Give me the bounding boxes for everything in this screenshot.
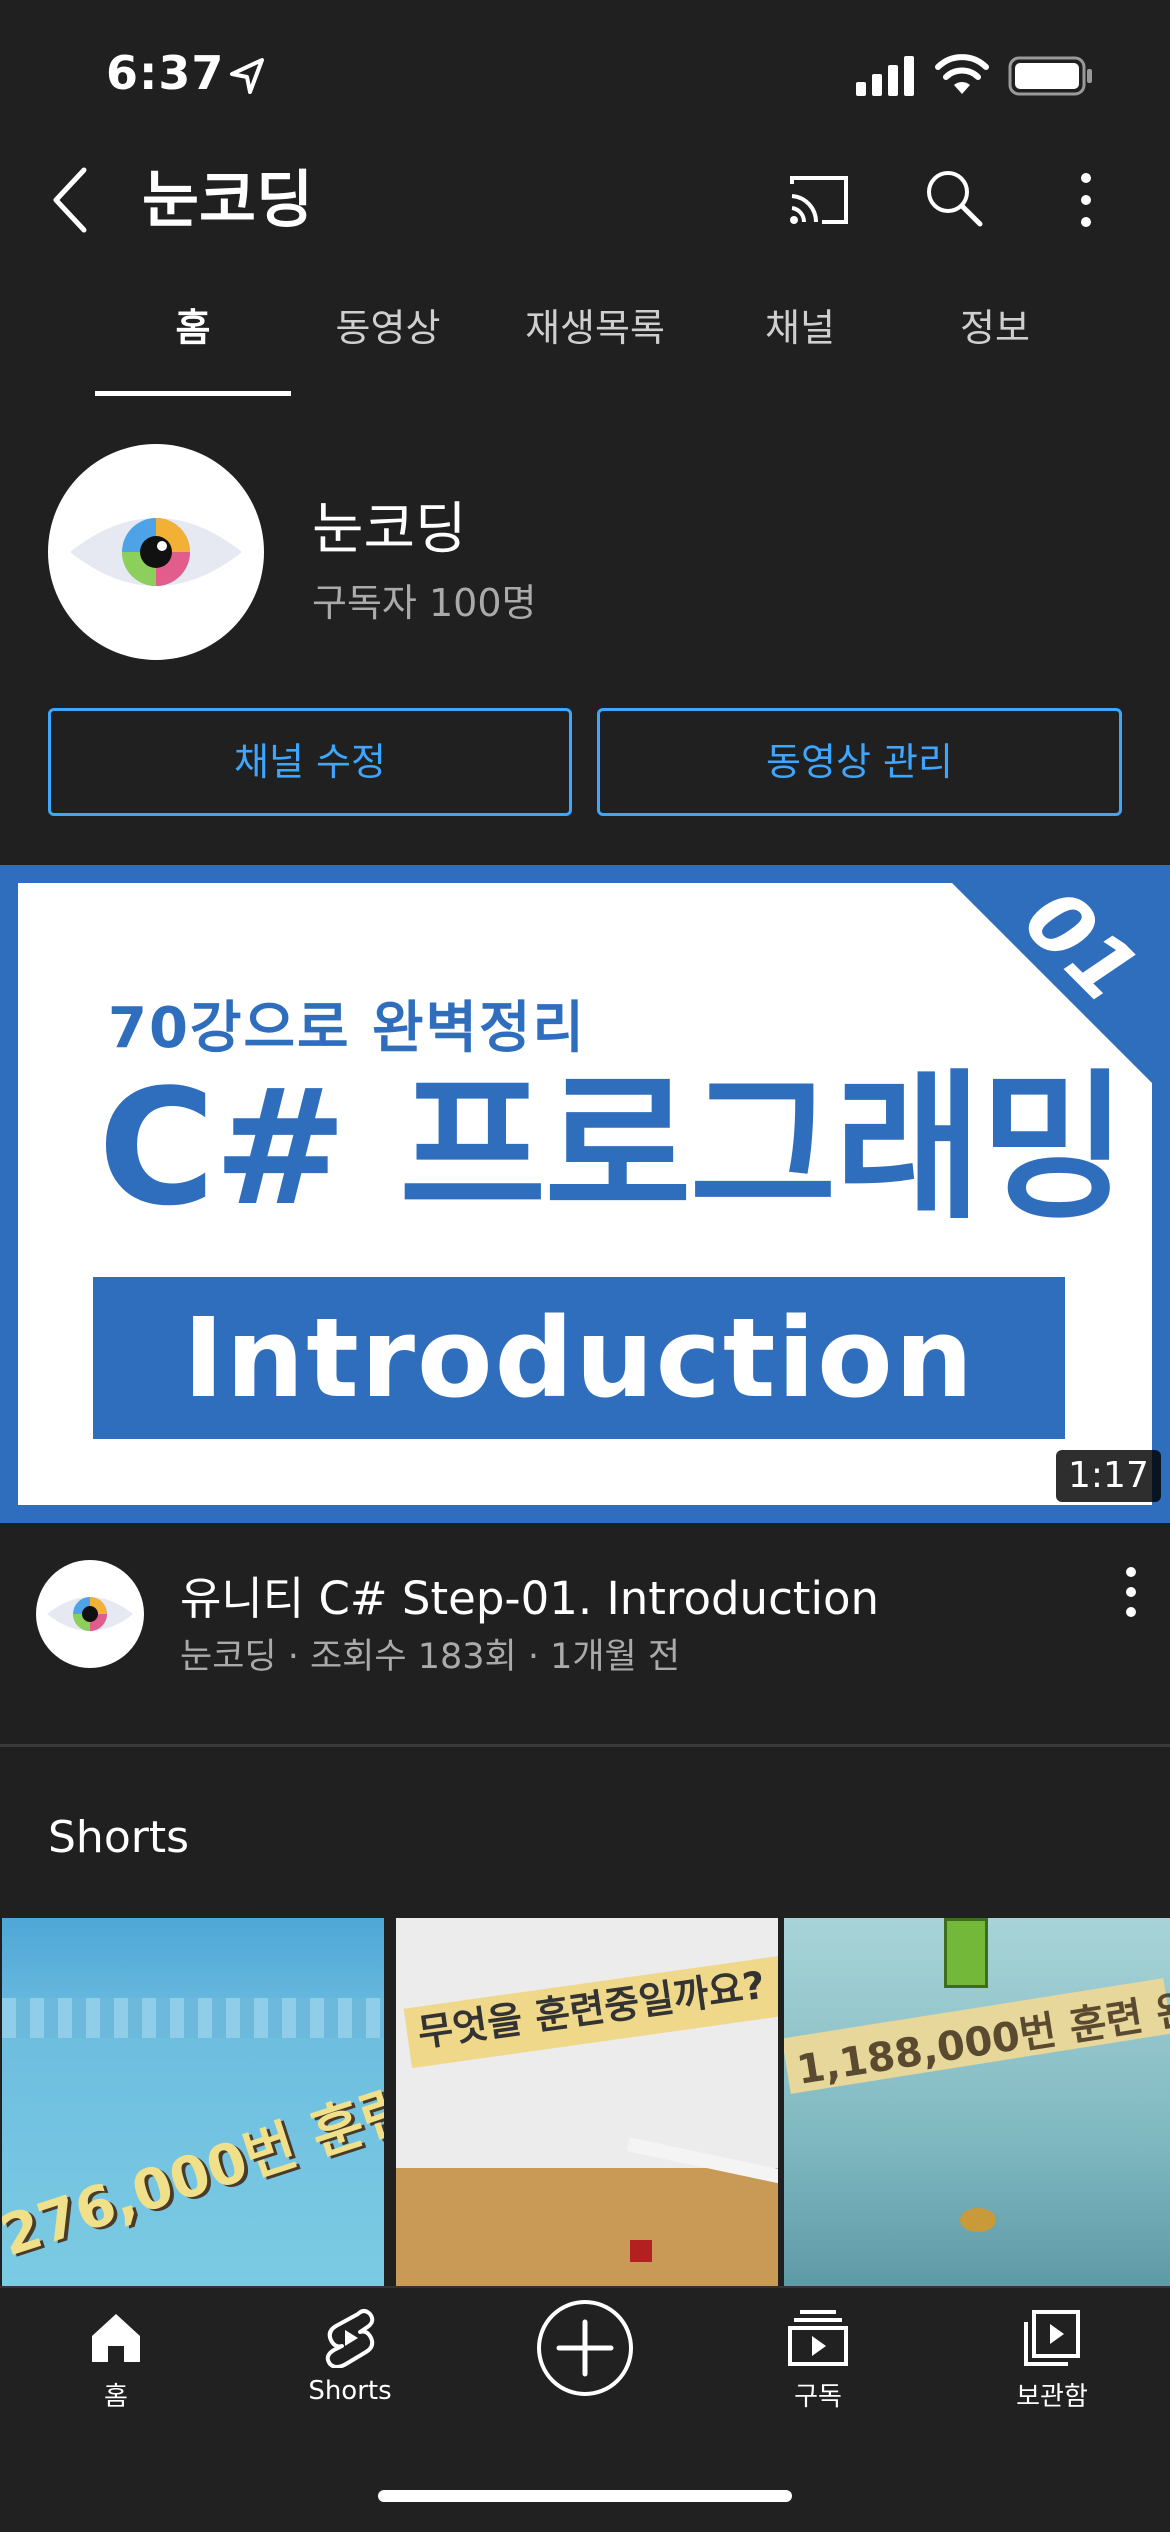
short-caption: 1,188,000번 훈련 완료 [793,1980,1170,2094]
subscriber-count: 구독자 100명 [312,581,537,625]
status-bar: 6:37 [0,0,1170,140]
tab-videos[interactable]: 동영상 [300,280,476,396]
status-time: 6:37 [106,46,225,100]
nav-subscriptions-label: 구독 [794,2382,842,2412]
featured-video-thumbnail[interactable]: 01 70강으로 완벽정리 C# 프로그래밍 Introduction [0,865,1170,1523]
section-divider [0,1744,1170,1747]
nav-library[interactable]: 보관함 [952,2308,1152,2458]
manage-videos-button[interactable]: 동영상 관리 [597,708,1122,816]
thumbnail-subtitle: 70강으로 완벽정리 [108,996,587,1061]
battery-icon [1008,56,1092,96]
tab-about[interactable]: 정보 [920,280,1070,396]
tab-channels[interactable]: 채널 [720,280,880,396]
video-title[interactable]: 유니티 C# Step-01. Introduction [180,1562,879,1627]
tab-home[interactable]: 홈 [95,280,291,396]
short-item-3[interactable]: 1,188,000번 훈련 완료 [784,1918,1170,2288]
nav-home[interactable]: 홈 [16,2308,216,2458]
back-arrow-icon[interactable] [44,162,100,238]
nav-library-label: 보관함 [1016,2382,1088,2412]
nav-subscriptions[interactable]: 구독 [718,2308,918,2458]
short-2-floor [396,2168,778,2288]
nav-shorts[interactable]: Shorts [250,2308,450,2458]
short-caption: 276,000번 훈련 완료 [2,2037,384,2270]
short-1-pattern [2,1998,384,2038]
nav-home-label: 홈 [104,2382,128,2412]
library-icon [1024,2310,1080,2366]
page-title: 눈코딩 [142,163,314,236]
video-channel-avatar[interactable] [36,1560,144,1668]
create-icon [537,2300,633,2396]
eye-logo-icon [47,1597,133,1631]
home-icon [92,2314,140,2362]
shorts-icon [325,2309,375,2368]
eye-logo-icon [70,518,242,586]
channel-avatar[interactable] [48,444,264,660]
search-icon[interactable] [922,166,986,230]
tab-playlists[interactable]: 재생목록 [500,280,690,396]
home-indicator[interactable] [378,2490,792,2502]
nav-shorts-label: Shorts [308,2376,392,2406]
channel-name: 눈코딩 [312,497,467,562]
thumbnail-headline: C# 프로그래밍 [98,1054,1127,1241]
edit-channel-button[interactable]: 채널 수정 [48,708,572,816]
short-item-1[interactable]: 276,000번 훈련 완료 [2,1918,384,2288]
location-arrow-icon [230,58,264,94]
cellular-signal-icon [856,56,914,96]
short-2-cube [630,2240,652,2262]
thumbnail-band-text: Introduction [182,1294,976,1422]
short-3-bird [960,2208,996,2232]
thumbnail-band: Introduction [93,1277,1065,1439]
shorts-heading: Shorts [48,1812,190,1863]
top-app-bar: 눈코딩 [0,140,1170,260]
wifi-icon [935,54,989,94]
video-more-options-icon[interactable] [1116,1562,1146,1622]
thumbnail-canvas: 01 70강으로 완벽정리 C# 프로그래밍 Introduction [18,883,1152,1505]
video-meta: 눈코딩 · 조회수 183회 · 1개월 전 [180,1637,681,1677]
short-item-2[interactable]: 무엇을 훈련중일까요? [396,1918,778,2288]
channel-tabs: 홈 동영상 재생목록 채널 정보 [0,280,1170,396]
short-3-pipe [944,1918,988,1988]
subscriptions-icon [788,2310,848,2366]
featured-video-info[interactable]: 유니티 C# Step-01. Introduction 눈코딩 · 조회수 1… [0,1540,1170,1740]
more-options-icon[interactable] [1066,168,1106,232]
video-duration-badge: 1:17 [1056,1450,1161,1502]
nav-create[interactable] [485,2298,685,2448]
cast-icon[interactable] [786,170,852,230]
